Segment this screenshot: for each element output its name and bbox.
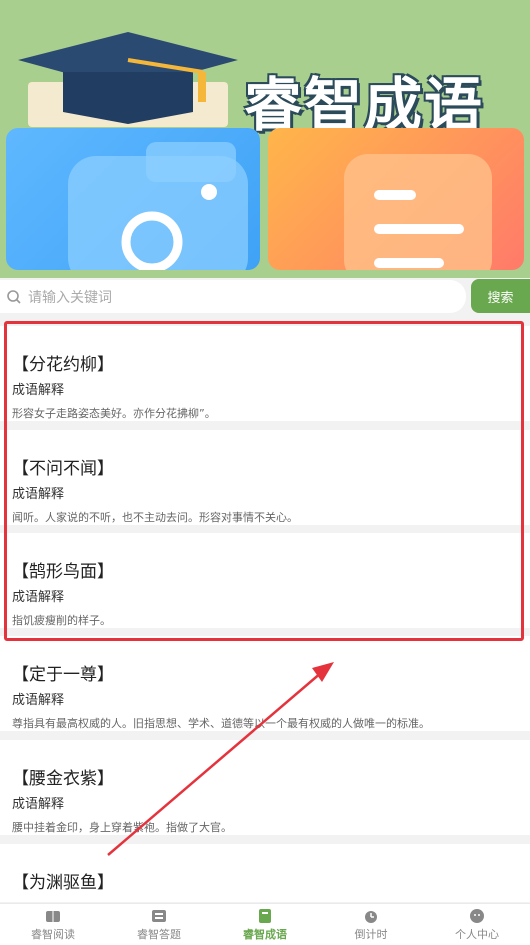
- idiom-list: 【分花约柳】 成语解释 形容女子走路姿态美好。亦作分花拂柳”。 【不问不闻】 成…: [0, 320, 530, 902]
- tab-label: 睿智成语: [243, 927, 287, 941]
- idiom-label: 成语解释: [12, 487, 65, 502]
- document-card[interactable]: [268, 128, 524, 270]
- idiom-name: 【为渊驱鱼】: [12, 873, 114, 893]
- idiom-description: 腰中挂着金印，身上穿着紫袍。指做了大官。: [12, 821, 232, 834]
- idiom-name: 【分花约柳】: [12, 355, 114, 375]
- idiom-book-icon: [259, 908, 271, 923]
- camera-icon: [68, 142, 248, 270]
- search-bar: 请输入关键词 搜索: [0, 278, 530, 316]
- search-input[interactable]: 请输入关键词: [0, 280, 466, 313]
- tab-countdown[interactable]: 倒计时: [318, 904, 424, 945]
- tab-label: 个人中心: [455, 927, 499, 941]
- bottom-tab-bar: 睿智阅读 睿智答题 睿智成语 倒计时 个人中心: [0, 903, 530, 945]
- idiom-description: 闻听。人家说的不听，也不主动去问。形容对事情不关心。: [12, 511, 298, 524]
- header-banner: 睿智成语: [0, 0, 530, 278]
- idiom-name: 【不问不闻】: [12, 459, 114, 479]
- alarm-clock-icon: [365, 910, 377, 923]
- camera-card[interactable]: [6, 128, 260, 270]
- list-item[interactable]: 【分花约柳】 成语解释 形容女子走路姿态美好。亦作分花拂柳”。: [0, 326, 530, 421]
- list-item[interactable]: 【定于一尊】 成语解释 尊指具有最高权威的人。旧指思想、学术、道德等以一个最有权…: [0, 636, 530, 731]
- idiom-description: 形容女子走路姿态美好。亦作分花拂柳”。: [12, 407, 216, 420]
- list-item[interactable]: 【为渊驱鱼】: [0, 844, 530, 902]
- idiom-label: 成语解释: [12, 590, 65, 605]
- search-icon: [7, 289, 21, 304]
- idiom-label: 成语解释: [12, 693, 65, 708]
- idiom-description: 指饥疲瘦削的样子。: [12, 614, 111, 627]
- idiom-label: 成语解释: [12, 797, 65, 812]
- idiom-name: 【鹄形鸟面】: [12, 562, 114, 582]
- graduation-cap-icon: [18, 32, 238, 127]
- tab-quiz[interactable]: 睿智答题: [106, 904, 212, 945]
- idiom-description: 尊指具有最高权威的人。旧指思想、学术、道德等以一个最有权威的人做唯一的标准。: [12, 717, 430, 730]
- tab-label: 睿智阅读: [31, 927, 75, 941]
- idiom-name: 【腰金衣紫】: [12, 769, 114, 789]
- search-button[interactable]: 搜索: [471, 279, 530, 313]
- book-icon: [46, 910, 60, 922]
- list-item[interactable]: 【腰金衣紫】 成语解释 腰中挂着金印，身上穿着紫袍。指做了大官。: [0, 740, 530, 835]
- tab-profile[interactable]: 个人中心: [424, 904, 530, 945]
- document-icon: [344, 154, 492, 270]
- tab-label: 睿智答题: [137, 927, 181, 941]
- quiz-icon: [152, 909, 166, 922]
- idiom-label: 成语解释: [12, 383, 65, 398]
- list-item[interactable]: 【鹄形鸟面】 成语解释 指饥疲瘦削的样子。: [0, 533, 530, 628]
- search-placeholder: 请输入关键词: [28, 289, 112, 306]
- tab-idiom[interactable]: 睿智成语: [212, 904, 318, 945]
- idiom-name: 【定于一尊】: [12, 665, 114, 685]
- tab-reading[interactable]: 睿智阅读: [0, 904, 106, 945]
- tab-label: 倒计时: [354, 927, 388, 941]
- user-icon: [470, 908, 484, 923]
- list-item[interactable]: 【不问不闻】 成语解释 闻听。人家说的不听，也不主动去问。形容对事情不关心。: [0, 430, 530, 525]
